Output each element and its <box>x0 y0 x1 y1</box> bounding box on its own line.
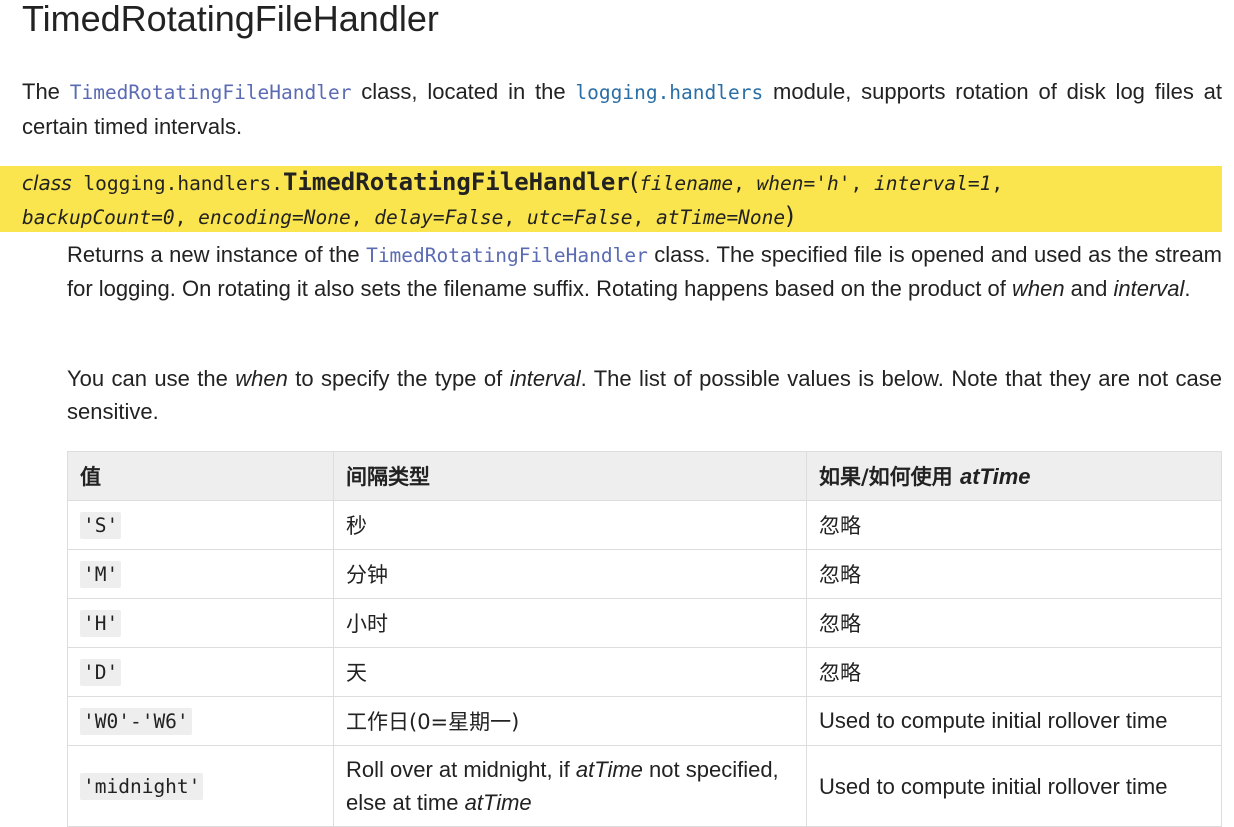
cell-value: 'W0'-'W6' <box>67 696 334 746</box>
value-code: 'W0'-'W6' <box>80 708 192 735</box>
sig-close-paren: ) <box>785 202 795 230</box>
table-row: 'D' 天 忽略 <box>67 647 1222 697</box>
description-paragraph-1: Returns a new instance of the TimedRotat… <box>67 238 1222 305</box>
sig-param: backupCount=0 <box>22 206 175 229</box>
cell-type: 分钟 <box>333 549 807 599</box>
cell-value: 'M' <box>67 549 334 599</box>
description-paragraph-2: You can use the when to specify the type… <box>67 362 1222 428</box>
desc-text: and <box>1064 276 1114 301</box>
sig-module-prefix: logging.handlers. <box>83 172 283 195</box>
doc-page: TimedRotatingFileHandler The TimedRotati… <box>0 0 1234 827</box>
desc-text: You can use the <box>67 366 236 391</box>
when-values-table: 值 间隔类型 如果/如何使用 atTime 'S' 秒 忽略 'M' 分钟 忽略… <box>67 451 1222 827</box>
class-ref-link[interactable]: TimedRotatingFileHandler <box>70 81 352 104</box>
sig-param: encoding=None <box>198 206 351 229</box>
table-row: 'H' 小时 忽略 <box>67 598 1222 648</box>
value-code: 'H' <box>80 610 122 637</box>
desc-when-em: when <box>1011 276 1065 301</box>
sig-param: interval=1 <box>873 172 992 195</box>
table-row: 'W0'-'W6' 工作日(0=星期一) Used to compute ini… <box>67 696 1222 746</box>
cell-type: Roll over at midnight, if atTime not spe… <box>333 745 807 827</box>
desc-text: to specify the type of <box>287 366 510 391</box>
cell-type: 小时 <box>333 598 807 648</box>
cell-type: 秒 <box>333 500 807 550</box>
table-header-row: 值 间隔类型 如果/如何使用 atTime <box>67 451 1222 501</box>
header-attime-em: atTime <box>959 464 1031 489</box>
cell-value: 'D' <box>67 647 334 697</box>
header-attime-text: 如果/如何使用 <box>819 465 960 489</box>
class-signature: class logging.handlers.TimedRotatingFile… <box>0 166 1222 232</box>
table-row: 'midnight' Roll over at midnight, if atT… <box>67 745 1222 827</box>
intro-paragraph: The TimedRotatingFileHandler class, loca… <box>22 75 1222 144</box>
value-code: 'D' <box>80 659 122 686</box>
intro-text-2: class, located in the <box>351 79 576 104</box>
module-ref-link[interactable]: logging.handlers <box>575 81 763 104</box>
type-attime-em: atTime <box>464 790 532 815</box>
intro-text-1: The <box>22 79 70 104</box>
sig-param: delay=False <box>374 206 504 229</box>
cell-usage: 忽略 <box>806 500 1222 550</box>
table-row: 'S' 秒 忽略 <box>67 500 1222 550</box>
sig-open-paren: ( <box>629 168 640 196</box>
class-ref-link-2[interactable]: TimedRotatingFileHandler <box>366 244 648 267</box>
value-code: 'midnight' <box>80 773 204 800</box>
cell-value: 'S' <box>67 500 334 550</box>
cell-usage: Used to compute initial rollover time <box>806 696 1222 746</box>
header-value: 值 <box>67 451 334 501</box>
desc-when-em: when <box>235 366 288 391</box>
sig-class-keyword: class <box>22 171 72 195</box>
type-text: Roll over at midnight, if <box>346 757 576 782</box>
desc-interval-em: interval <box>1113 276 1185 301</box>
cell-value: 'midnight' <box>67 745 334 827</box>
header-interval-type: 间隔类型 <box>333 451 807 501</box>
cell-usage: 忽略 <box>806 598 1222 648</box>
desc-interval-em: interval <box>509 366 581 391</box>
sig-param: when='h' <box>756 172 851 195</box>
cell-type: 天 <box>333 647 807 697</box>
value-code: 'S' <box>80 512 122 539</box>
sig-param: utc=False <box>526 206 633 229</box>
section-heading: TimedRotatingFileHandler <box>22 0 439 39</box>
cell-usage: Used to compute initial rollover time <box>806 745 1222 827</box>
sig-param: atTime=None <box>656 206 786 229</box>
table-row: 'M' 分钟 忽略 <box>67 549 1222 599</box>
cell-value: 'H' <box>67 598 334 648</box>
cell-type: 工作日(0=星期一) <box>333 696 807 746</box>
sig-class-name: TimedRotatingFileHandler <box>283 168 630 196</box>
desc-text: . <box>1184 276 1191 301</box>
value-code: 'M' <box>80 561 122 588</box>
header-attime-usage: 如果/如何使用 atTime <box>806 451 1222 501</box>
cell-usage: 忽略 <box>806 549 1222 599</box>
desc-text: Returns a new instance of the <box>67 242 367 267</box>
sig-param: filename <box>639 172 734 195</box>
type-attime-em: atTime <box>575 757 643 782</box>
cell-usage: 忽略 <box>806 647 1222 697</box>
